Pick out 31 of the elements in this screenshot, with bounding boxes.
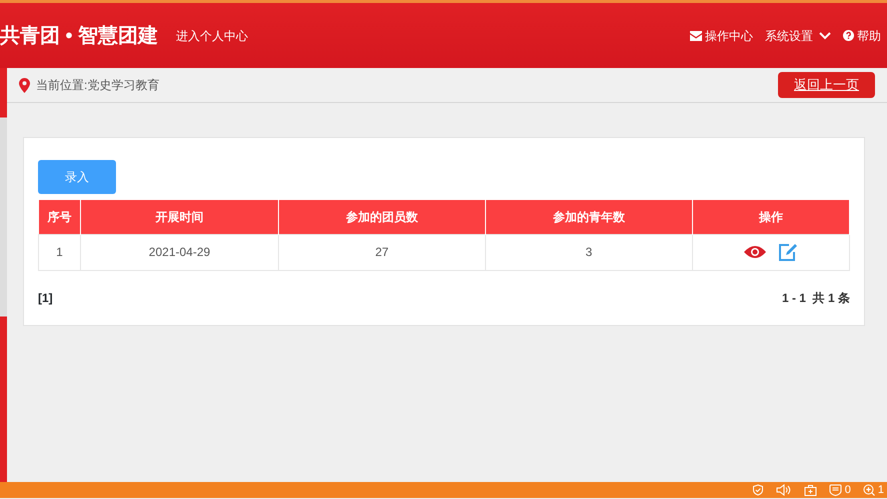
back-button[interactable]: 返回上一页 xyxy=(778,72,875,98)
column-header: 序号 xyxy=(38,200,80,234)
column-header: 参加的团员数 xyxy=(278,200,486,234)
speaker-icon[interactable] xyxy=(776,484,792,496)
app-logo: 共青团 • 智慧团建 xyxy=(0,24,158,48)
nav-link[interactable]: 帮助 xyxy=(843,26,881,44)
location-pin-icon xyxy=(19,78,30,92)
status-count: 1 xyxy=(878,482,884,498)
shield-icon[interactable] xyxy=(752,484,764,496)
toolbox-icon[interactable] xyxy=(804,484,817,496)
column-header: 参加的青年数 xyxy=(485,200,692,234)
breadcrumb-text: 当前位置:党史学习教育 xyxy=(36,77,160,94)
mail-icon xyxy=(690,30,702,40)
chevron-down-icon xyxy=(819,32,831,40)
column-header: 操作 xyxy=(692,200,850,234)
page-link[interactable]: [1] xyxy=(38,288,53,306)
table-cell: 3 xyxy=(485,234,692,270)
zoom-icon[interactable] xyxy=(862,484,875,496)
nav-link[interactable]: 系统设置 xyxy=(765,26,831,44)
table-cell: 1 xyxy=(38,234,80,270)
table-cell: 2021-04-29 xyxy=(80,234,278,270)
status-count: 0 xyxy=(844,482,851,498)
view-eye-icon[interactable] xyxy=(744,245,766,259)
edit-icon[interactable] xyxy=(778,243,798,261)
pagination-summary: 1 - 1 共 1 条 xyxy=(782,290,850,306)
column-header: 开展时间 xyxy=(80,200,278,234)
nav-link[interactable]: 操作中心 xyxy=(690,26,753,44)
help-icon xyxy=(843,30,854,41)
table-cell: 27 xyxy=(278,234,486,270)
add-button[interactable]: 录入 xyxy=(38,160,116,194)
personal-center-link[interactable]: 进入个人中心 xyxy=(176,26,248,44)
